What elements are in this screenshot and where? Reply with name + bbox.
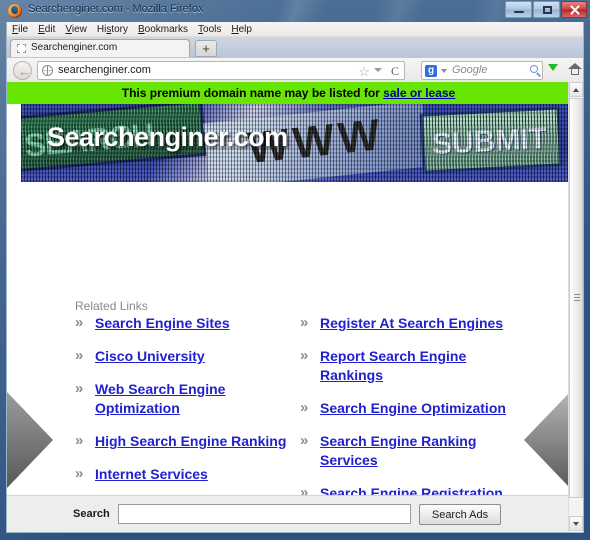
related-link[interactable]: High Search Engine Ranking [95,432,286,451]
related-link[interactable]: Report Search Engine Rankings [320,347,515,385]
close-button[interactable] [561,1,587,18]
scrollbar-grip-icon [574,294,580,302]
menu-item-view[interactable]: View [60,22,92,36]
address-bar[interactable]: searchenginer.com ☆ C [37,61,405,80]
chevron-down-icon[interactable] [441,69,447,73]
related-links-heading: Related Links [75,299,148,313]
new-tab-button[interactable]: + [195,40,217,57]
browser-chrome: File Edit View History Bookmarks Tools H… [6,22,584,82]
left-chevron-decoration [7,392,53,488]
firefox-logo-icon [8,4,22,18]
chevron-right-icon: » [300,314,309,331]
navigation-toolbar: ← searchenginer.com ☆ C g Google [7,57,583,82]
list-item[interactable]: » Search Engine Ranking Services [300,432,515,470]
banner-domain-title: Searchenginer.com [47,122,288,152]
chevron-right-icon: » [300,432,309,449]
related-link[interactable]: Web Search Engine Optimization [95,380,290,418]
bookmark-star-icon[interactable]: ☆ [358,64,370,79]
list-item[interactable]: » Register At Search Engines [300,314,515,333]
web-page: This premium domain name may be listed f… [7,82,570,532]
search-input[interactable] [118,504,411,524]
chevron-right-icon: » [75,314,84,331]
list-item[interactable]: » High Search Engine Ranking [75,432,290,451]
menu-item-tools[interactable]: Tools [193,22,226,36]
list-item[interactable]: » Cisco University [75,347,290,366]
related-links-column-left: » Search Engine Sites » Cisco University… [75,314,290,498]
tab-strip: Searchenginer.com + [7,37,583,57]
menu-item-file[interactable]: File [7,22,33,36]
site-banner: WWW Searchenginer.com [21,104,570,182]
window-title: Searchenginer.com - Mozilla Firefox [28,3,204,15]
scroll-up-button[interactable] [569,82,583,97]
chevron-right-icon: » [75,380,84,397]
related-link[interactable]: Search Engine Ranking Services [320,432,515,470]
title-bar: Searchenginer.com - Mozilla Firefox [0,0,590,22]
related-link[interactable]: Internet Services [95,465,208,484]
related-link[interactable]: Search Engine Sites [95,314,230,333]
page-search-footer: Search Search Ads [7,495,570,532]
chevron-right-icon: » [300,347,309,364]
back-arrow-icon: ← [18,64,31,79]
menu-item-help[interactable]: Help [226,22,257,36]
maximize-button[interactable] [533,1,560,18]
minimize-button[interactable] [505,1,532,18]
related-link[interactable]: Search Engine Optimization [320,399,506,418]
globe-icon [42,65,53,76]
download-arrow-icon[interactable] [548,64,558,71]
scrollbar-thumb[interactable] [569,98,583,498]
notice-text: This premium domain name may be listed f… [121,86,384,100]
page-viewport: This premium domain name may be listed f… [6,82,584,533]
domain-notice-banner: This premium domain name may be listed f… [7,82,570,104]
search-icon[interactable] [530,65,538,73]
right-chevron-decoration [524,392,570,488]
list-item[interactable]: » Internet Services [75,465,290,484]
tab-searchenginer[interactable]: Searchenginer.com [10,39,190,57]
sale-or-lease-link[interactable]: sale or lease [383,86,455,100]
page-favicon-icon [17,44,26,53]
related-link[interactable]: Register At Search Engines [320,314,503,333]
chevron-down-icon [573,522,579,526]
search-label: Search [73,508,110,520]
list-item[interactable]: » Web Search Engine Optimization [75,380,290,418]
chevron-right-icon: » [300,399,309,416]
home-icon[interactable] [568,63,582,76]
related-link[interactable]: Cisco University [95,347,205,366]
browser-window: Searchenginer.com - Mozilla Firefox File… [0,0,590,540]
related-links-column-right: » Register At Search Engines » Report Se… [300,314,515,517]
menu-item-bookmarks[interactable]: Bookmarks [133,22,193,36]
chevron-right-icon: » [75,347,84,364]
search-bar-placeholder: Google [452,64,488,76]
chevron-up-icon [573,88,579,92]
address-bar-value: searchenginer.com [58,64,151,76]
search-bar[interactable]: g Google [421,61,543,80]
search-ads-button[interactable]: Search Ads [419,504,501,525]
menu-item-history[interactable]: History [92,22,133,36]
list-item[interactable]: » Search Engine Sites [75,314,290,333]
chevron-right-icon: » [75,465,84,482]
menu-bar: File Edit View History Bookmarks Tools H… [7,22,583,37]
list-item[interactable]: » Search Engine Optimization [300,399,515,418]
google-icon[interactable]: g [425,65,437,77]
menu-item-edit[interactable]: Edit [33,22,60,36]
chevron-down-icon[interactable] [374,68,382,72]
chevron-right-icon: » [75,432,84,449]
maximize-icon [543,6,552,14]
minimize-icon [514,11,524,13]
close-icon [562,2,586,17]
back-button[interactable]: ← [13,61,32,80]
list-item[interactable]: » Report Search Engine Rankings [300,347,515,385]
tab-label: Searchenginer.com [31,42,118,53]
page-scrollbar[interactable] [568,82,583,531]
scroll-down-button[interactable] [569,516,583,531]
reload-icon[interactable]: C [391,63,399,80]
